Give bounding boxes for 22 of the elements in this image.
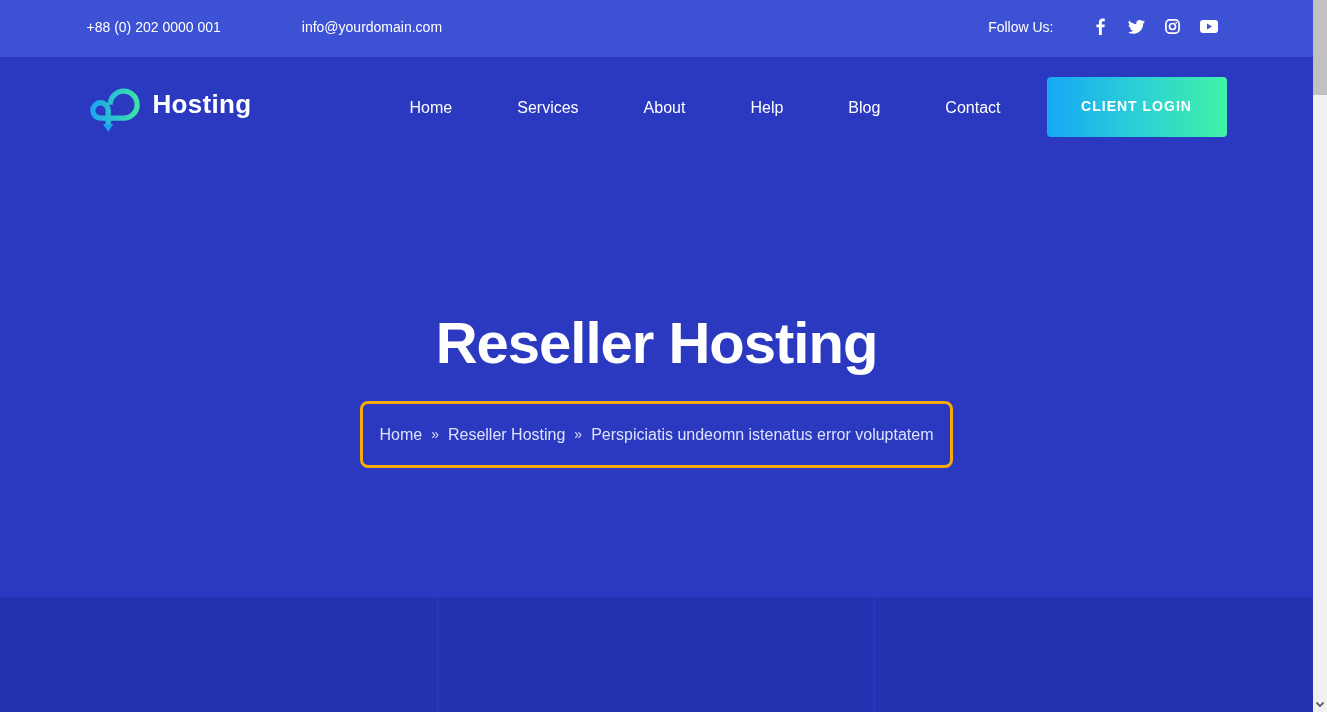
nav-link[interactable]: About <box>643 98 686 118</box>
breadcrumb-link[interactable]: Home <box>379 424 423 445</box>
f-letter-icon[interactable] <box>1096 18 1105 35</box>
nav-link[interactable]: Help <box>750 98 784 118</box>
nav-link[interactable]: Blog <box>848 98 881 118</box>
breadcrumb-current-page: Perspiciatis undeomn istenatus error voluptatem <box>591 425 934 445</box>
breadcrumb-separator: » <box>431 425 439 444</box>
camera-icon[interactable] <box>1165 19 1180 34</box>
play-button-icon[interactable] <box>1199 20 1218 33</box>
email-address: info@yourdomain.com <box>301 17 443 36</box>
logo-text[interactable]: Hosting <box>152 89 252 119</box>
nav-link[interactable]: Home <box>409 98 453 118</box>
breadcrumb-link[interactable]: Reseller Hosting <box>447 424 566 445</box>
follow-label: Follow Us: <box>988 17 1054 36</box>
scrollbar-track[interactable] <box>1313 0 1327 712</box>
scrollbar-thumb[interactable] <box>1313 0 1327 95</box>
page-title: Reseller Hosting <box>435 309 878 377</box>
phone-number: +88 (0) 202 0000 001 <box>86 17 221 36</box>
nav-link[interactable]: Contact <box>945 98 1001 118</box>
bird-icon[interactable] <box>1128 19 1145 34</box>
nav-link[interactable]: Services <box>517 98 579 118</box>
breadcrumb-separator: » <box>574 425 583 444</box>
